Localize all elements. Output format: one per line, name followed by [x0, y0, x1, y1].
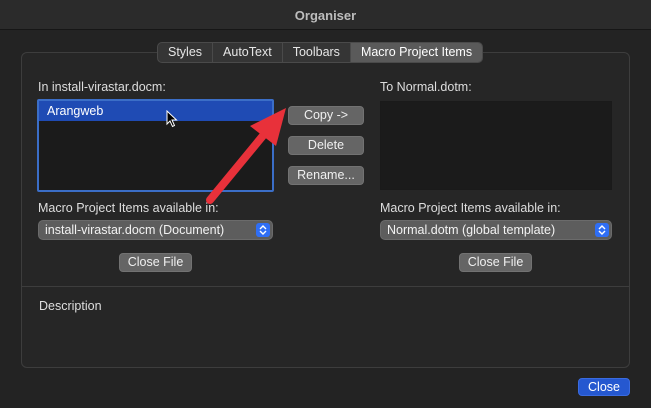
close-button[interactable]: Close: [578, 378, 630, 396]
right-source-select[interactable]: Normal.dotm (global template): [380, 220, 612, 240]
tab-bar: Styles AutoText Toolbars Macro Project I…: [157, 42, 484, 63]
right-macro-list[interactable]: [380, 101, 612, 190]
window-title: Organiser: [294, 8, 357, 23]
right-close-file-button[interactable]: Close File: [459, 253, 532, 272]
divider: [22, 286, 629, 287]
right-available-label: Macro Project Items available in:: [380, 201, 561, 215]
left-list-heading: In install-virastar.docm:: [38, 80, 166, 94]
right-list-heading: To Normal.dotm:: [380, 80, 472, 94]
chevron-up-down-icon: [595, 223, 609, 237]
tab-autotext[interactable]: AutoText: [213, 43, 283, 62]
tab-styles[interactable]: Styles: [158, 43, 214, 62]
copy-button[interactable]: Copy ->: [288, 106, 364, 125]
red-arrow-icon: [206, 108, 286, 204]
left-close-file-button[interactable]: Close File: [119, 253, 192, 272]
chevron-up-down-icon: [256, 223, 270, 237]
tab-macro-project-items[interactable]: Macro Project Items: [350, 43, 483, 62]
titlebar: Organiser: [0, 0, 651, 30]
left-source-select[interactable]: install-virastar.docm (Document): [38, 220, 273, 240]
tab-toolbars[interactable]: Toolbars: [283, 43, 351, 62]
right-source-value: Normal.dotm (global template): [387, 223, 556, 237]
description-label: Description: [39, 299, 102, 313]
mouse-pointer-icon: [166, 110, 178, 128]
left-source-value: install-virastar.docm (Document): [45, 223, 225, 237]
delete-button[interactable]: Delete: [288, 136, 364, 155]
rename-button[interactable]: Rename...: [288, 166, 364, 185]
left-available-label: Macro Project Items available in:: [38, 201, 219, 215]
